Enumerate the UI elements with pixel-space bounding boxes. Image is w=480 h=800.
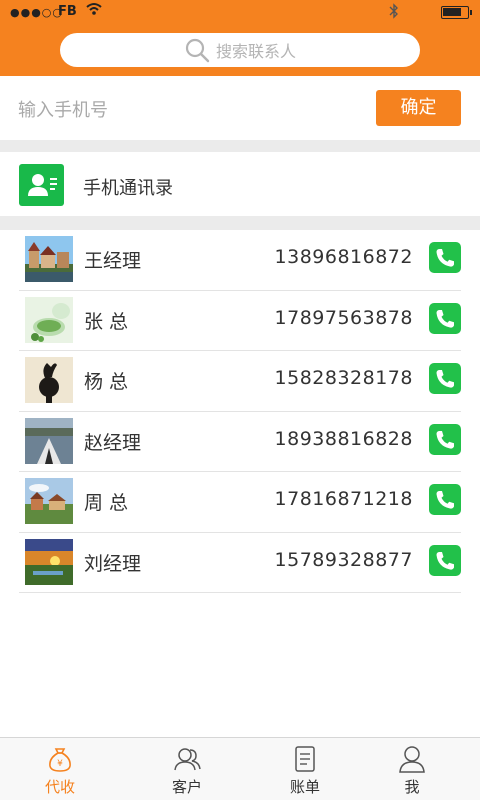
bill-icon <box>295 746 315 772</box>
search-placeholder: 搜索联系人 <box>215 42 296 61</box>
call-button[interactable] <box>429 423 461 455</box>
contact-name: 周 总 <box>84 492 129 514</box>
row-divider <box>19 592 461 593</box>
kayak-photo <box>25 417 73 464</box>
status-bar: ●●●○○ FB <box>0 0 480 24</box>
sculpture-photo <box>25 357 73 403</box>
tab-me[interactable]: 我 <box>352 738 472 800</box>
tea-photo <box>25 296 73 343</box>
phone-icon <box>436 370 454 388</box>
section-divider <box>0 216 480 230</box>
contact-name: 杨 总 <box>84 371 129 393</box>
contact-name: 赵经理 <box>84 431 142 454</box>
phonebook-entry[interactable]: 手机通讯录 <box>0 152 480 216</box>
phone-icon <box>436 430 454 449</box>
money-bag-icon: ¥ <box>49 748 71 772</box>
call-button[interactable] <box>429 302 461 334</box>
contact-phone: 15828328178 <box>274 367 413 389</box>
customers-icon <box>174 748 201 771</box>
contact-phone: 17897563878 <box>274 306 413 329</box>
contact-row[interactable]: 周 总 17816871218 <box>0 472 480 533</box>
section-divider <box>0 140 480 152</box>
signal-strength-icon: ●●●○○ <box>10 6 63 19</box>
phone-number-input[interactable]: 输入手机号 <box>18 96 108 122</box>
contact-row[interactable]: 张 总 17897563878 <box>0 291 480 351</box>
contact-row[interactable]: 赵经理 18938816828 <box>0 412 480 472</box>
tab-collect[interactable]: ¥ 代收 <box>0 738 120 800</box>
bluetooth-icon <box>389 3 399 23</box>
phone-icon <box>436 249 454 267</box>
tab-label: 代收 <box>44 778 75 796</box>
village-photo <box>25 478 73 524</box>
call-button[interactable] <box>429 484 461 515</box>
confirm-button[interactable]: 确定 <box>376 90 461 126</box>
contact-row[interactable]: 王经理 13896816872 <box>0 230 480 291</box>
call-button[interactable] <box>429 363 461 394</box>
contact-phone: 13896816872 <box>274 246 413 268</box>
svg-text:¥: ¥ <box>57 759 63 769</box>
contact-name: 刘经理 <box>84 552 142 575</box>
tab-label: 客户 <box>171 778 202 796</box>
wifi-icon <box>86 2 102 20</box>
search-input[interactable]: 搜索联系人 <box>60 33 420 67</box>
tab-label: 账单 <box>289 778 320 796</box>
phone-icon <box>436 309 454 328</box>
phone-icon <box>436 491 454 509</box>
battery-icon <box>441 6 472 19</box>
contact-phone: 17816871218 <box>274 488 413 510</box>
contact-phone: 15789328877 <box>274 548 413 571</box>
phone-icon <box>436 551 454 570</box>
contact-list: 王经理 13896816872 张 总 17897563878 杨 总 1582… <box>0 230 480 593</box>
town-photo <box>25 236 73 282</box>
contact-card-icon <box>19 164 64 206</box>
contact-name: 王经理 <box>84 250 142 272</box>
header-bar: 搜索联系人 <box>0 24 480 76</box>
phonebook-label: 手机通讯录 <box>83 178 173 199</box>
tab-customers[interactable]: 客户 <box>127 738 247 800</box>
bottom-tab-bar: ¥ 代收 客户 账单 我 <box>0 737 480 800</box>
contact-phone: 18938816828 <box>274 427 413 450</box>
search-icon <box>185 38 210 63</box>
call-button[interactable] <box>429 242 461 273</box>
contact-row[interactable]: 刘经理 15789328877 <box>0 533 480 593</box>
contact-row[interactable]: 杨 总 15828328178 <box>0 351 480 412</box>
phone-number-row: 输入手机号 确定 <box>0 76 480 140</box>
sunset-photo <box>25 538 73 585</box>
contact-name: 张 总 <box>84 310 129 333</box>
user-icon <box>399 746 425 773</box>
tab-label: 我 <box>404 778 420 796</box>
call-button[interactable] <box>429 544 461 576</box>
tab-bills[interactable]: 账单 <box>245 738 365 800</box>
carrier-name: FB <box>58 4 77 19</box>
